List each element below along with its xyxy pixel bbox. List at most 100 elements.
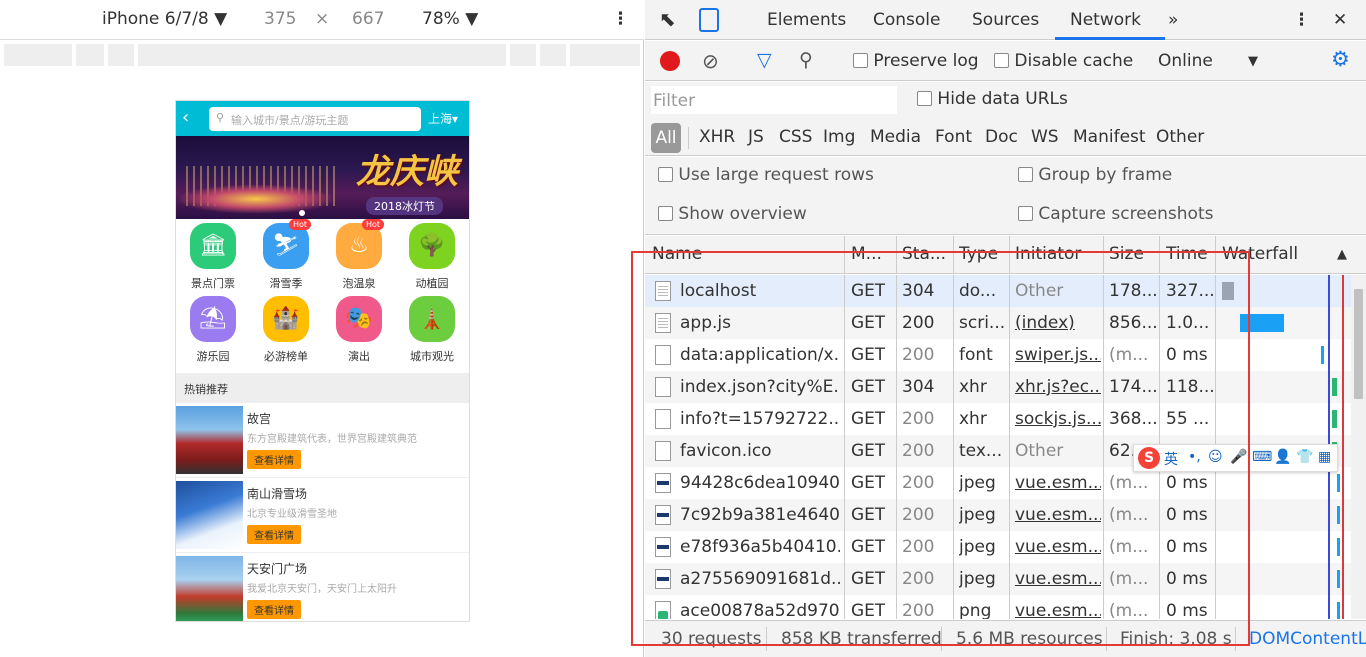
disable-cache-checkbox[interactable]: Disable cache: [994, 51, 1133, 71]
request-row[interactable]: ace00878a52d970... GET 200 png vue.esm... (m.…: [645, 595, 1351, 619]
category-item[interactable]: ♨ Hot 泡温泉: [324, 219, 394, 295]
request-row[interactable]: localhost GET 304 do... Other 178... 327...: [645, 275, 1351, 307]
category-item[interactable]: 🗼 城市观光: [397, 296, 467, 368]
category-item[interactable]: 🏰 必游榜单: [251, 296, 321, 368]
device-select[interactable]: iPhone 6/7/8 ▼: [102, 9, 227, 29]
chevron-down-icon[interactable]: ▼: [1248, 54, 1258, 69]
request-initiator[interactable]: vue.esm...: [1015, 505, 1101, 525]
request-name[interactable]: data:application/x...: [680, 345, 840, 365]
tab-network[interactable]: Network: [1070, 10, 1141, 30]
banner-carousel[interactable]: 龙庆峡 2018冰灯节: [176, 136, 469, 219]
preserve-log-checkbox[interactable]: Preserve log: [853, 51, 979, 71]
sort-ascending-icon[interactable]: ▲: [1337, 247, 1347, 262]
view-details-button[interactable]: 查看详情: [247, 450, 301, 469]
request-initiator[interactable]: (index): [1015, 313, 1101, 333]
request-row[interactable]: a275569091681d... GET 200 jpeg vue.esm... (m.…: [645, 563, 1351, 595]
type-filter-manifest[interactable]: Manifest: [1073, 127, 1146, 147]
device-height-input[interactable]: 667: [352, 9, 384, 29]
group-by-frame-checkbox[interactable]: Group by frame: [1018, 165, 1172, 185]
clear-icon[interactable]: ⊘: [702, 49, 719, 73]
request-initiator[interactable]: vue.esm...: [1015, 537, 1101, 557]
request-name[interactable]: 7c92b9a381e4640...: [680, 505, 840, 525]
back-icon[interactable]: ‹: [182, 107, 189, 128]
column-initiator[interactable]: Initiator: [1015, 244, 1101, 264]
table-scrollbar[interactable]: [1351, 275, 1366, 619]
capture-screenshots-checkbox[interactable]: Capture screenshots: [1018, 204, 1213, 224]
type-filter-media[interactable]: Media: [870, 127, 921, 147]
view-details-button[interactable]: 查看详情: [247, 525, 301, 544]
recommend-item[interactable]: 南山滑雪场 北京专业级滑雪圣地 查看详情: [176, 479, 469, 553]
category-item[interactable]: 🏛 景点门票: [178, 223, 248, 295]
show-overview-checkbox[interactable]: Show overview: [658, 204, 807, 224]
type-filter-ws[interactable]: WS: [1031, 127, 1059, 147]
type-filter-js[interactable]: JS: [748, 127, 764, 147]
request-initiator[interactable]: vue.esm...: [1015, 473, 1101, 493]
large-rows-checkbox[interactable]: Use large request rows: [658, 165, 874, 185]
request-name[interactable]: 94428c6dea10940...: [680, 473, 840, 493]
request-initiator[interactable]: swiper.js...: [1015, 345, 1101, 365]
request-initiator[interactable]: vue.esm...: [1015, 569, 1101, 589]
column-status[interactable]: Sta...: [902, 244, 952, 264]
tab-sources[interactable]: Sources: [972, 10, 1039, 30]
more-tabs-icon[interactable]: »: [1168, 10, 1178, 30]
recommend-item[interactable]: 故宫 东方宫殿建筑代表，世界宫殿建筑典范 查看详情: [176, 404, 469, 478]
zoom-select[interactable]: 78% ▼: [422, 9, 478, 29]
type-filter-xhr[interactable]: XHR: [699, 127, 735, 147]
device-width-input[interactable]: 375: [264, 9, 296, 29]
request-row[interactable]: info?t=15792722... GET 200 xhr sockjs.js... 3…: [645, 403, 1351, 435]
type-filter-doc[interactable]: Doc: [985, 127, 1018, 147]
type-filter-css[interactable]: CSS: [779, 127, 812, 147]
column-type[interactable]: Type: [959, 244, 1009, 264]
request-row[interactable]: data:application/x... GET 200 font swiper.js…: [645, 339, 1351, 371]
hide-data-urls-checkbox[interactable]: Hide data URLs: [917, 89, 1068, 109]
customize-menu-icon[interactable]: ⋮: [1293, 10, 1310, 30]
request-name[interactable]: a275569091681d...: [680, 569, 840, 589]
type-filter-all[interactable]: All: [651, 123, 681, 153]
emoji-icon[interactable]: ☺: [1208, 449, 1223, 465]
view-details-button[interactable]: 查看详情: [247, 600, 301, 619]
request-row[interactable]: index.json?city%E... GET 304 xhr xhr.js?ec..…: [645, 371, 1351, 403]
grid-menu-icon[interactable]: ▦: [1318, 449, 1331, 465]
tab-elements[interactable]: Elements: [767, 10, 846, 30]
microphone-icon[interactable]: 🎤: [1230, 449, 1247, 465]
user-icon[interactable]: 👤: [1274, 449, 1291, 465]
request-initiator[interactable]: sockjs.js...: [1015, 409, 1101, 429]
carousel-dot[interactable]: [299, 210, 305, 216]
column-method[interactable]: M...: [851, 244, 895, 264]
punctuation-icon[interactable]: •,: [1188, 449, 1201, 465]
request-row[interactable]: e78f936a5b40410... GET 200 jpeg vue.esm... (m…: [645, 531, 1351, 563]
column-waterfall[interactable]: Waterfall: [1222, 244, 1322, 264]
request-initiator[interactable]: xhr.js?ec...: [1015, 377, 1101, 397]
column-size[interactable]: Size: [1109, 244, 1159, 264]
request-row[interactable]: app.js GET 200 scri... (index) 856... 1.0...: [645, 307, 1351, 339]
request-name[interactable]: index.json?city%E...: [680, 377, 840, 397]
close-icon[interactable]: ✕: [1333, 10, 1347, 30]
skin-icon[interactable]: 👕: [1296, 449, 1313, 465]
city-select[interactable]: 上海▾: [428, 110, 458, 127]
search-input[interactable]: ⚲ 输入城市/景点/游玩主题: [209, 107, 421, 131]
request-name[interactable]: ace00878a52d970...: [680, 601, 840, 619]
category-item[interactable]: ⛱ 游乐园: [178, 296, 248, 368]
category-item[interactable]: ⛷ Hot 滑雪季: [251, 219, 321, 295]
type-filter-other[interactable]: Other: [1156, 127, 1204, 147]
filter-icon[interactable]: ▽: [757, 49, 772, 71]
type-filter-font[interactable]: Font: [935, 127, 972, 147]
filter-input[interactable]: Filter: [651, 86, 897, 114]
ime-language-label[interactable]: 英: [1164, 449, 1178, 469]
search-icon[interactable]: ⚲: [799, 49, 813, 71]
gear-icon[interactable]: ⚙: [1331, 47, 1350, 71]
device-toggle-icon[interactable]: [699, 8, 719, 32]
recommend-item[interactable]: 天安门广场 我爱北京天安门，天安门上太阳升 查看详情: [176, 554, 469, 621]
request-name[interactable]: favicon.ico: [680, 441, 840, 461]
request-name[interactable]: app.js: [680, 313, 840, 333]
request-row[interactable]: 7c92b9a381e4640... GET 200 jpeg vue.esm... (m…: [645, 499, 1351, 531]
column-time[interactable]: Time: [1166, 244, 1216, 264]
throttling-select[interactable]: Online: [1158, 51, 1213, 71]
keyboard-icon[interactable]: ⌨: [1252, 449, 1272, 465]
category-item[interactable]: 🎭 演出: [324, 296, 394, 368]
tab-console[interactable]: Console: [873, 10, 941, 30]
record-icon[interactable]: [660, 51, 680, 71]
column-name[interactable]: Name: [652, 244, 842, 264]
inspect-element-icon[interactable]: ⬉: [659, 7, 676, 31]
category-item[interactable]: 🌳 动植园: [397, 223, 467, 295]
